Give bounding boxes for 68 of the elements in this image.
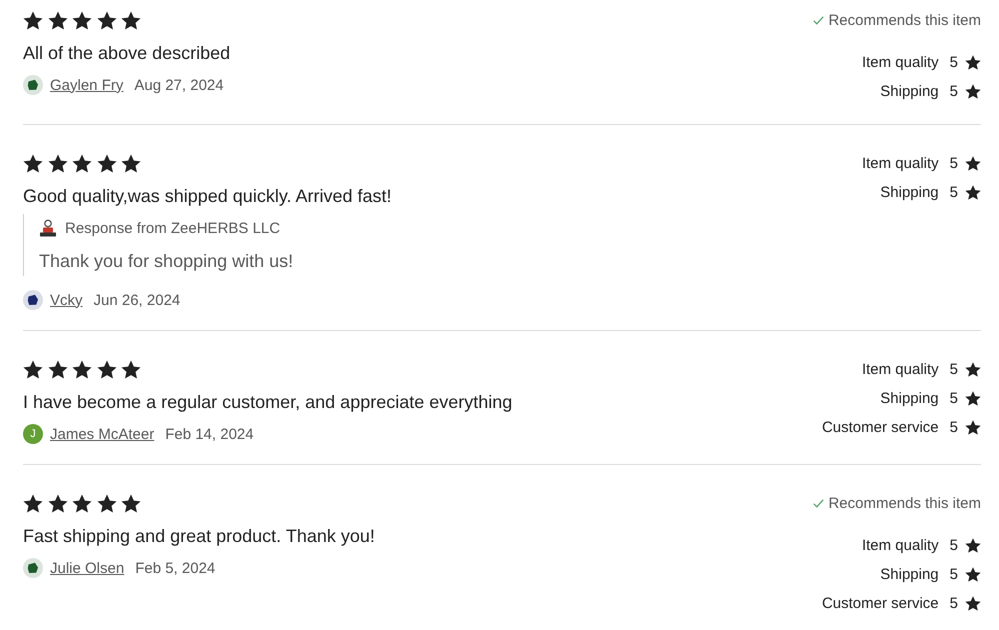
rating-label: Customer service <box>822 418 939 436</box>
star-icon <box>96 154 116 172</box>
star-icon <box>23 360 43 378</box>
review-text: Good quality,was shipped quickly. Arrived fast! <box>23 185 392 208</box>
rating-label: Item quality <box>862 154 939 172</box>
star-icon <box>72 154 92 172</box>
star-icon <box>96 494 116 512</box>
star-icon <box>965 420 981 434</box>
star-icon <box>72 494 92 512</box>
star-icon <box>965 156 981 170</box>
star-icon <box>72 10 92 30</box>
rating-value: 5 <box>950 54 958 71</box>
rating-value: 5 <box>950 537 958 554</box>
rating-value: 5 <box>950 566 958 583</box>
reviewer-name-link[interactable]: Gaylen Fry <box>50 76 124 94</box>
rating-label: Shipping <box>880 83 939 100</box>
star-icon <box>23 154 43 172</box>
rating-value: 5 <box>950 154 958 172</box>
review-date: Feb 14, 2024 <box>165 426 254 442</box>
review-text: Fast shipping and great product. Thank you! <box>23 525 375 548</box>
rating-value: 5 <box>950 184 958 200</box>
star-icon <box>965 390 981 406</box>
review-date: Jun 26, 2024 <box>94 292 180 308</box>
star-icon <box>48 10 68 30</box>
star-icon <box>121 10 141 30</box>
star-icon <box>48 494 68 512</box>
rating-label: Item quality <box>862 360 939 378</box>
rating-label: Item quality <box>862 537 939 554</box>
star-icon <box>23 494 43 512</box>
star-icon <box>121 154 141 172</box>
rating-label: Shipping <box>880 390 939 406</box>
recommendation-label: Recommends this item <box>828 12 981 28</box>
star-icon <box>48 154 68 172</box>
rating-label: Customer service <box>822 595 939 612</box>
person-icon <box>39 219 57 237</box>
review-date: Feb 5, 2024 <box>135 560 216 576</box>
star-icon <box>965 55 981 70</box>
star-icon <box>965 84 981 99</box>
reviewer-name-link[interactable]: Julie Olsen <box>50 560 124 576</box>
review-text: I have become a regular customer, and appreciate everything <box>23 391 512 414</box>
review-text: All of the above described <box>23 42 230 65</box>
response-text: Thank you for shopping with us! <box>39 250 294 273</box>
rating-label: Shipping <box>880 566 939 583</box>
rating-value: 5 <box>950 595 958 612</box>
star-icon <box>965 538 981 553</box>
rating-value: 5 <box>950 418 958 436</box>
star-icon <box>96 360 116 378</box>
star-icon <box>96 10 116 30</box>
rating-label: Item quality <box>862 54 939 71</box>
star-icon <box>72 360 92 378</box>
star-icon <box>965 567 981 582</box>
star-icon <box>121 360 141 378</box>
rating-value: 5 <box>950 390 958 406</box>
star-icon <box>965 362 981 376</box>
avatar-initial: J <box>23 424 43 444</box>
review-date: Aug 27, 2024 <box>134 76 224 94</box>
star-icon <box>23 10 43 30</box>
reviewer-name-link[interactable]: Vcky <box>50 292 83 308</box>
star-icon <box>965 184 981 200</box>
star-icon <box>48 360 68 378</box>
response-title: Response from ZeeHERBS LLC <box>65 220 280 236</box>
reviewer-name-link[interactable]: James McAteer <box>50 426 154 442</box>
rating-label: Shipping <box>880 184 939 200</box>
rating-value: 5 <box>950 360 958 378</box>
star-icon <box>965 596 981 611</box>
recommendation-label: Recommends this item <box>828 494 981 512</box>
rating-value: 5 <box>950 83 958 100</box>
star-icon <box>121 494 141 512</box>
